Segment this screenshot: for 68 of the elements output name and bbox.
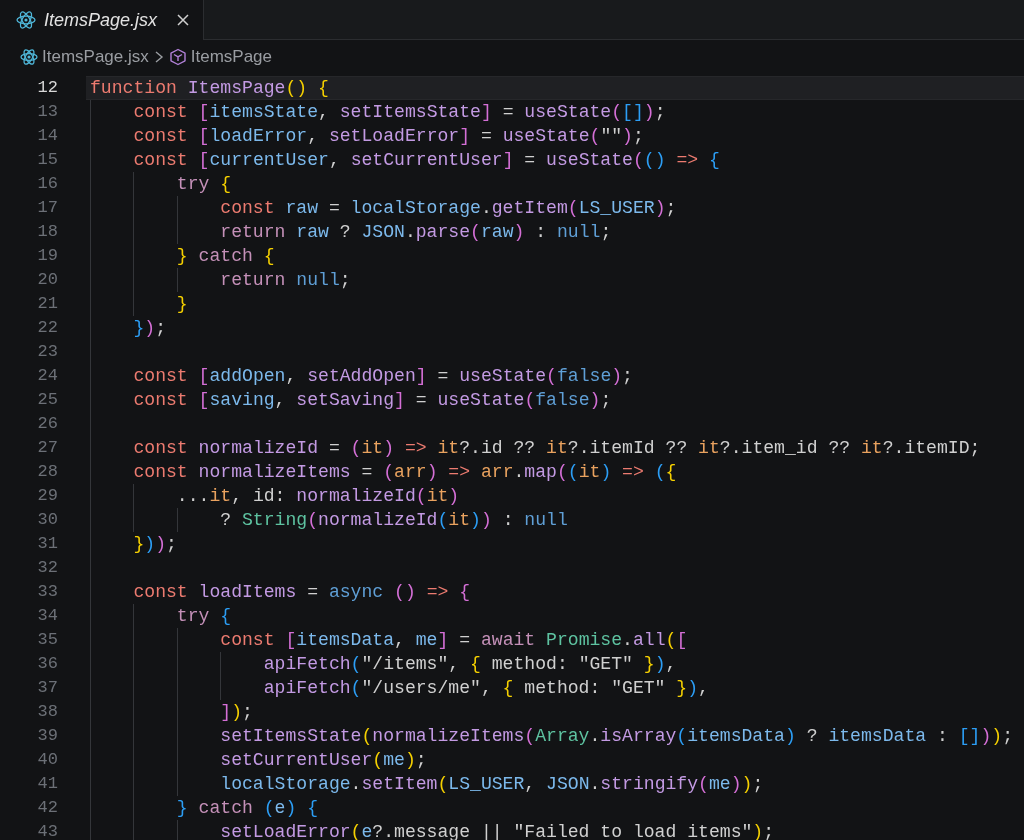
- code-line: localStorage.setItem(LS_USER, JSON.stringify(me));: [219, 773, 764, 796]
- code-line: ? String(normalizeId(it)) : null: [219, 509, 568, 532]
- line-number: 21: [36, 293, 58, 315]
- line-number: 13: [36, 101, 58, 123]
- line-number: 24: [36, 365, 58, 387]
- code-line: } catch {: [175, 245, 275, 268]
- code-line: const [itemsState, setItemsState] = useState([]);: [132, 101, 666, 124]
- editor-tab[interactable]: ItemsPage.jsx: [0, 0, 204, 40]
- code-line: return raw ? JSON.parse(raw) : null;: [219, 221, 612, 244]
- code-line: const loadItems = async () => {: [132, 581, 471, 604]
- code-line: const normalizeId = (it) => it?.id ?? it?.itemId ?? it?.item_id ?? it?.itemID;: [132, 437, 981, 460]
- line-number: 27: [36, 437, 58, 459]
- code-line: });: [132, 317, 166, 340]
- line-number: 43: [36, 821, 58, 840]
- code-line: try {: [175, 605, 232, 628]
- line-number: 36: [36, 653, 58, 675]
- line-number: 22: [36, 317, 58, 339]
- code-line: const [currentUser, setCurrentUser] = useState(() => {: [132, 149, 720, 172]
- line-number: 16: [36, 173, 58, 195]
- line-number: 25: [36, 389, 58, 411]
- line-number: 38: [36, 701, 58, 723]
- code-line: function ItemsPage() {: [90, 77, 329, 100]
- line-number: 34: [36, 605, 58, 627]
- react-icon: [20, 48, 38, 66]
- line-number: 15: [36, 149, 58, 171]
- line-number: 33: [36, 581, 58, 603]
- code-line: ]);: [219, 701, 253, 724]
- code-line: apiFetch("/users/me", { method: "GET" }),: [262, 677, 709, 700]
- cube-icon: [168, 48, 187, 66]
- line-number: 18: [36, 221, 58, 243]
- line-number: 19: [36, 245, 58, 267]
- line-number: 30: [36, 509, 58, 531]
- line-number: 20: [36, 269, 58, 291]
- code-line: const raw = localStorage.getItem(LS_USER);: [219, 197, 677, 220]
- line-number: 29: [36, 485, 58, 507]
- react-icon: [16, 10, 36, 30]
- code-line: const [itemsData, me] = await Promise.all([: [219, 629, 688, 652]
- line-number: 41: [36, 773, 58, 795]
- line-number: 31: [36, 533, 58, 555]
- line-number: 23: [36, 341, 58, 363]
- code-line: const normalizeItems = (arr) => arr.map((it) => ({: [132, 461, 677, 484]
- code-line: const [saving, setSaving] = useState(false);: [132, 389, 612, 412]
- code-line: setItemsState(normalizeItems(Array.isArray(itemsData) ? itemsData : []));: [219, 725, 1013, 748]
- code-line: apiFetch("/items", { method: "GET" }),: [262, 653, 677, 676]
- line-number: 28: [36, 461, 58, 483]
- code-line: ...it, id: normalizeId(it): [175, 485, 460, 508]
- line-number: 35: [36, 629, 58, 651]
- code-line: } catch (e) {: [175, 797, 319, 820]
- close-icon: [175, 12, 192, 28]
- line-number: 26: [36, 413, 58, 435]
- line-number: 42: [36, 797, 58, 819]
- line-number: 14: [36, 125, 58, 147]
- breadcrumb-item[interactable]: ItemsPage: [168, 44, 273, 70]
- code-line: const [addOpen, setAddOpen] = useState(false);: [132, 365, 633, 388]
- line-number: 32: [36, 557, 58, 579]
- code-line: }: [175, 293, 188, 316]
- code-line: return null;: [219, 269, 351, 292]
- line-number: 39: [36, 725, 58, 747]
- code-line: setLoadError(e?.message || "Failed to load items");: [219, 821, 775, 840]
- line-number: 17: [36, 197, 58, 219]
- code-line: try {: [175, 173, 232, 196]
- line-number: 37: [36, 677, 58, 699]
- code-line: }));: [132, 533, 177, 556]
- code-line: setCurrentUser(me);: [219, 749, 427, 772]
- line-number: 40: [36, 749, 58, 771]
- breadcrumb-item[interactable]: ItemsPage.jsx: [20, 44, 149, 70]
- line-number: 12: [36, 77, 58, 99]
- code-line: const [loadError, setLoadError] = useState("");: [132, 125, 644, 148]
